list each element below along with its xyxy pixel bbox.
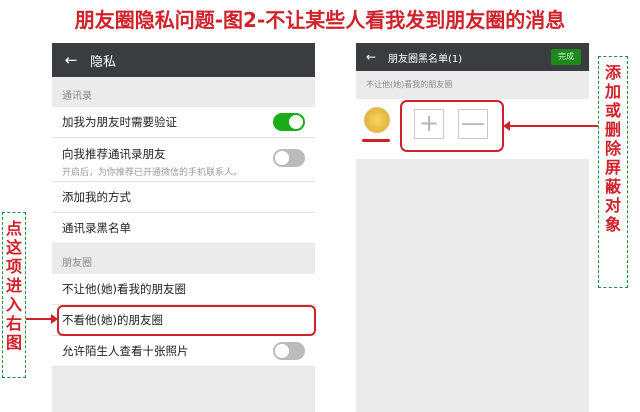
row-contacts-blacklist[interactable]: 通讯录黑名单 bbox=[52, 213, 315, 244]
note-char: 这 bbox=[5, 238, 22, 257]
redaction-mark bbox=[362, 139, 390, 142]
note-char: 入 bbox=[5, 295, 22, 314]
note-char: 项 bbox=[5, 257, 22, 276]
note-char: 右 bbox=[5, 314, 22, 333]
row-verify-friend[interactable]: 加我为朋友时需要验证 bbox=[52, 107, 315, 138]
recommend-toggle[interactable] bbox=[273, 149, 305, 167]
section-moments: 朋友圈 bbox=[62, 258, 92, 269]
right-annotation: 添 加 或 删 除 屏 蔽 对 象 bbox=[598, 56, 628, 288]
verify-toggle[interactable] bbox=[273, 113, 305, 131]
note-char: 屏 bbox=[604, 158, 621, 177]
header-title: 朋友圈黑名单(1) bbox=[388, 53, 463, 65]
note-char: 加 bbox=[604, 82, 621, 101]
privacy-header: ← 隐私 bbox=[52, 43, 315, 77]
row-stranger-ten-photos[interactable]: 允许陌生人查看十张照片 bbox=[52, 336, 315, 367]
note-char: 点 bbox=[5, 219, 22, 238]
back-arrow-icon[interactable]: ← bbox=[360, 50, 382, 64]
row-label: 允许陌生人查看十张照片 bbox=[62, 344, 189, 358]
highlight-box-buttons bbox=[400, 100, 504, 152]
row-sublabel: 开启后，为你推荐已开通微信的手机联系人。 bbox=[62, 168, 243, 178]
highlight-box bbox=[57, 305, 316, 336]
page-title: 朋友圈隐私问题-图2-不让某些人看我发到朋友圈的消息 bbox=[74, 8, 566, 32]
note-char: 添 bbox=[604, 63, 621, 82]
left-annotation: 点 这 项 进 入 右 图 bbox=[2, 212, 26, 378]
row-label: 加我为朋友时需要验证 bbox=[62, 115, 177, 129]
arrow-right-icon bbox=[26, 314, 58, 324]
done-button[interactable]: 完成 bbox=[551, 49, 581, 65]
note-char: 对 bbox=[604, 196, 621, 215]
row-label: 不让他(她)看我的朋友圈 bbox=[62, 282, 186, 296]
blacklist-header: ← 朋友圈黑名单(1) 完成 bbox=[356, 43, 589, 71]
toggle-knob bbox=[289, 115, 303, 129]
moments-blacklist-screen: ← 朋友圈黑名单(1) 完成 不让他(她)看我的朋友圈 + — bbox=[356, 43, 589, 412]
row-add-me-methods[interactable]: 添加我的方式 bbox=[52, 182, 315, 213]
section-label: 不让他(她)看我的朋友圈 bbox=[366, 80, 453, 89]
note-char: 除 bbox=[604, 139, 621, 158]
row-label: 添加我的方式 bbox=[62, 190, 131, 204]
note-char: 删 bbox=[604, 120, 621, 139]
row-hide-moments-from[interactable]: 不让他(她)看我的朋友圈 bbox=[52, 274, 315, 305]
row-recommend-contacts[interactable]: 向我推荐通讯录朋友 开启后，为你推荐已开通微信的手机联系人。 bbox=[52, 138, 315, 182]
avatar[interactable] bbox=[364, 107, 390, 133]
note-char: 图 bbox=[5, 333, 22, 352]
header-title: 隐私 bbox=[90, 54, 117, 70]
privacy-screen: ← 隐私 通讯录 加我为朋友时需要验证 向我推荐通讯录朋友 开启后，为你推荐已开… bbox=[52, 43, 315, 412]
back-arrow-icon[interactable]: ← bbox=[58, 51, 84, 69]
row-label: 向我推荐通讯录朋友 bbox=[62, 147, 166, 161]
note-char: 进 bbox=[5, 276, 22, 295]
note-char: 象 bbox=[604, 215, 621, 234]
section-contacts: 通讯录 bbox=[62, 91, 92, 102]
note-char: 或 bbox=[604, 101, 621, 120]
arrow-left-icon bbox=[503, 121, 598, 131]
toggle-knob bbox=[275, 344, 289, 358]
stranger-photos-toggle[interactable] bbox=[273, 342, 305, 360]
toggle-knob bbox=[275, 151, 289, 165]
row-label: 通讯录黑名单 bbox=[62, 221, 131, 235]
note-char: 蔽 bbox=[604, 177, 621, 196]
